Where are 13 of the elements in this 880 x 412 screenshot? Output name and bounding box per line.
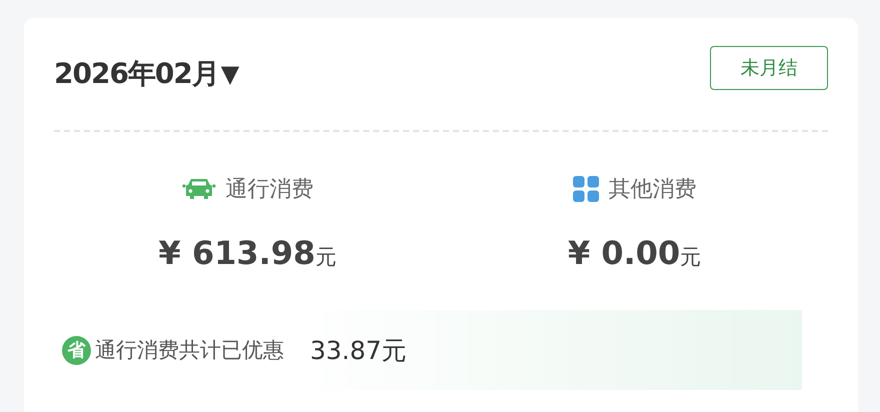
status-button[interactable]: 未月结 (710, 46, 828, 90)
month-picker[interactable]: 2026年02月▼ (54, 55, 238, 93)
amount: ¥ 613.98 (158, 234, 316, 272)
savings-value: 33.87元 (310, 334, 407, 366)
unit-label: 元 (680, 244, 702, 271)
savings-badge: 省 (62, 336, 91, 364)
category-label: 其他消费 (608, 176, 696, 204)
category-label: 通行消费 (226, 176, 314, 204)
savings-label: 通行消费共计已优惠 (95, 337, 284, 364)
unit-label: 元 (315, 244, 336, 271)
amount: ¥ 0.00 (568, 234, 680, 272)
grid-icon (572, 176, 598, 202)
car-icon (182, 178, 216, 200)
